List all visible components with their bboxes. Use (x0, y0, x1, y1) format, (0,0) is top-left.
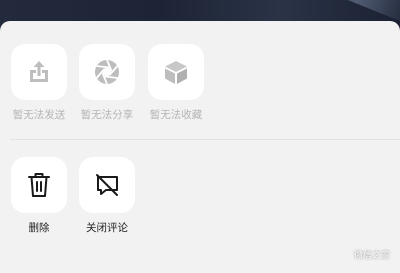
share-upload-icon (30, 61, 48, 82)
trash-icon (28, 173, 50, 197)
watermark: 微信之家 (353, 251, 390, 261)
favorite-tile (148, 44, 204, 100)
send-tile (11, 44, 67, 100)
section-divider (10, 139, 400, 140)
comment-off-icon (96, 174, 118, 196)
close-comments-button[interactable]: 关闭评论 (74, 157, 140, 235)
close-comments-label: 关闭评论 (86, 222, 128, 234)
share-action: 暂无法分享 (74, 44, 140, 122)
cube-icon (165, 61, 187, 84)
send-label: 暂无法发送 (12, 109, 66, 121)
action-sheet: 暂无法发送 暂无法分享 暂无法收藏 删除 关闭评论 (0, 21, 400, 273)
delete-label: 删除 (28, 222, 50, 234)
delete-button[interactable]: 删除 (6, 157, 72, 235)
share-label: 暂无法分享 (80, 109, 134, 121)
share-tile (79, 44, 135, 100)
close-comments-tile[interactable] (79, 157, 135, 213)
delete-tile[interactable] (11, 157, 67, 213)
favorite-label: 暂无法收藏 (149, 109, 203, 121)
send-action: 暂无法发送 (6, 44, 72, 122)
favorite-action: 暂无法收藏 (143, 44, 209, 122)
aperture-icon (95, 59, 119, 85)
